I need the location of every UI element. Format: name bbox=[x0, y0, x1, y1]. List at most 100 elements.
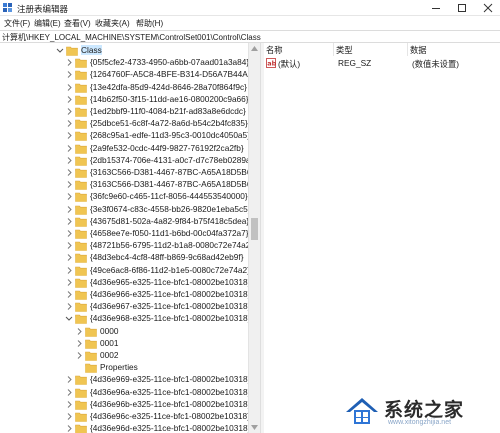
folder-icon bbox=[75, 143, 87, 154]
menu-favorites[interactable]: 收藏夹(A) bbox=[95, 18, 130, 29]
tree-subkey[interactable]: 0002 bbox=[0, 349, 248, 362]
chevron-right-icon[interactable] bbox=[65, 83, 73, 92]
column-header-data[interactable]: 数据 bbox=[410, 43, 500, 56]
scroll-down-arrow-icon[interactable] bbox=[251, 425, 258, 430]
chevron-right-icon[interactable] bbox=[65, 278, 73, 287]
menu-view[interactable]: 查看(V) bbox=[64, 18, 91, 29]
maximize-button[interactable] bbox=[451, 0, 473, 16]
chevron-right-icon[interactable] bbox=[65, 229, 73, 238]
chevron-right-icon[interactable] bbox=[65, 253, 73, 262]
chevron-right-icon[interactable] bbox=[65, 424, 73, 433]
tree-key[interactable]: {1ed2bbf9-11f0-4084-b21f-ad83a8e6dcdc} bbox=[0, 105, 248, 118]
tree-subkey[interactable]: 0000 bbox=[0, 325, 248, 338]
chevron-right-icon[interactable] bbox=[65, 412, 73, 421]
tree-key-label: Class bbox=[81, 45, 102, 55]
chevron-right-icon[interactable] bbox=[65, 70, 73, 79]
scrollbar-thumb[interactable] bbox=[251, 218, 258, 240]
tree-key[interactable]: {48d3ebc4-4cf8-48ff-b869-9c68ad42eb9f} bbox=[0, 251, 248, 264]
address-path[interactable]: 计算机\HKEY_LOCAL_MACHINE\SYSTEM\ControlSet… bbox=[2, 32, 261, 43]
chevron-right-icon[interactable] bbox=[65, 217, 73, 226]
tree-key-label: {3e3f0674-c83c-4558-bb26-9820e1eba5c5} bbox=[90, 203, 248, 214]
folder-icon bbox=[75, 94, 87, 105]
tree-key[interactable]: {48721b56-6795-11d2-b1a8-0080c72e74a2} bbox=[0, 239, 248, 252]
tree-key[interactable]: {4d36e96a-e325-11ce-bfc1-08002be10318} bbox=[0, 386, 248, 399]
chevron-down-icon[interactable] bbox=[65, 314, 73, 323]
chevron-right-icon[interactable] bbox=[65, 180, 73, 189]
chevron-right-icon[interactable] bbox=[65, 290, 73, 299]
menu-edit[interactable]: 编辑(E) bbox=[34, 18, 61, 29]
value-row[interactable]: ab (默认) REG_SZ (数值未设置) bbox=[264, 57, 500, 70]
chevron-right-icon[interactable] bbox=[65, 400, 73, 409]
menu-help[interactable]: 帮助(H) bbox=[136, 18, 163, 29]
scroll-up-arrow-icon[interactable] bbox=[251, 46, 258, 51]
chevron-right-icon[interactable] bbox=[65, 156, 73, 165]
tree-key[interactable]: {3e3f0674-c83c-4558-bb26-9820e1eba5c5} bbox=[0, 203, 248, 216]
chevron-right-icon[interactable] bbox=[65, 241, 73, 250]
chevron-right-icon[interactable] bbox=[65, 131, 73, 140]
tree-key[interactable]: {4d36e968-e325-11ce-bfc1-08002be10318} bbox=[0, 312, 248, 325]
chevron-right-icon[interactable] bbox=[65, 302, 73, 311]
chevron-right-icon[interactable] bbox=[65, 144, 73, 153]
tree-key[interactable]: {4d36e966-e325-11ce-bfc1-08002be10318} bbox=[0, 288, 248, 301]
menu-bar: 文件(F) 编辑(E) 查看(V) 收藏夹(A) 帮助(H) bbox=[0, 16, 500, 30]
tree-key[interactable]: {36fc9e60-c465-11cf-8056-444553540000} bbox=[0, 190, 248, 203]
tree-key[interactable]: {3163C566-D381-4467-87BC-A65A18D5B649} bbox=[0, 178, 248, 191]
tree-key[interactable]: {05f5cfe2-4733-4950-a6bb-07aad01a3a84} bbox=[0, 56, 248, 69]
chevron-right-icon[interactable] bbox=[75, 327, 83, 336]
tree-key[interactable]: {4d36e96c-e325-11ce-bfc1-08002be10318} bbox=[0, 410, 248, 423]
chevron-right-icon[interactable] bbox=[65, 388, 73, 397]
chevron-right-icon[interactable] bbox=[65, 205, 73, 214]
tree-key-label: {4d36e96a-e325-11ce-bfc1-08002be10318} bbox=[90, 386, 248, 397]
tree-subkey[interactable]: 0001 bbox=[0, 337, 248, 350]
address-bar[interactable]: 计算机\HKEY_LOCAL_MACHINE\SYSTEM\ControlSet… bbox=[0, 30, 500, 43]
tree-key[interactable]: {14b62f50-3f15-11dd-ae16-0800200c9a66} bbox=[0, 93, 248, 106]
tree-scrollbar[interactable] bbox=[248, 43, 260, 433]
chevron-right-icon[interactable] bbox=[65, 95, 73, 104]
tree-key[interactable]: {4658ee7e-f050-11d1-b6bd-00c04fa372a7} bbox=[0, 227, 248, 240]
chevron-right-icon[interactable] bbox=[75, 339, 83, 348]
tree-key-label: {43675d81-502a-4a82-9f84-b75f418c5dea} bbox=[90, 215, 248, 226]
tree-key[interactable]: {25dbce51-6c8f-4a72-8a6d-b54c2b4fc835} bbox=[0, 117, 248, 130]
chevron-right-icon[interactable] bbox=[65, 107, 73, 116]
folder-icon bbox=[85, 350, 97, 361]
chevron-right-icon[interactable] bbox=[75, 351, 83, 360]
chevron-right-icon[interactable] bbox=[65, 168, 73, 177]
chevron-right-icon[interactable] bbox=[65, 119, 73, 128]
tree-key[interactable]: {3163C566-D381-4467-87BC-A65A18D5B648} bbox=[0, 166, 248, 179]
tree-subkey[interactable]: Properties bbox=[0, 361, 248, 374]
folder-icon bbox=[75, 228, 87, 239]
tree-key[interactable]: {4d36e969-e325-11ce-bfc1-08002be10318} bbox=[0, 373, 248, 386]
tree-key[interactable]: {13e42dfa-85d9-424d-8646-28a70f864f9c} bbox=[0, 81, 248, 94]
tree-key-label: {4d36e96d-e325-11ce-bfc1-08002be10318} bbox=[90, 423, 248, 433]
tree-key[interactable]: {43675d81-502a-4a82-9f84-b75f418c5dea} bbox=[0, 215, 248, 228]
menu-file[interactable]: 文件(F) bbox=[4, 18, 30, 29]
folder-icon bbox=[85, 326, 97, 337]
chevron-down-icon[interactable] bbox=[56, 46, 64, 55]
close-button[interactable] bbox=[477, 0, 499, 16]
folder-icon bbox=[75, 106, 87, 117]
tree-key[interactable]: {4d36e96b-e325-11ce-bfc1-08002be10318} bbox=[0, 398, 248, 411]
folder-icon bbox=[75, 252, 87, 264]
minimize-button[interactable] bbox=[425, 0, 447, 16]
tree-key[interactable]: {49ce6ac8-6f86-11d2-b1e5-0080c72e74a2} bbox=[0, 264, 248, 277]
tree-key[interactable]: {4d36e96d-e325-11ce-bfc1-08002be10318} bbox=[0, 422, 248, 433]
chevron-right-icon[interactable] bbox=[65, 192, 73, 201]
tree-key[interactable]: {2a9fe532-0cdc-44f9-9827-76192f2ca2fb} bbox=[0, 142, 248, 155]
registry-tree[interactable]: Class {05f5cfe2-4733-4950-a6bb-07aad01a3a… bbox=[0, 43, 248, 433]
window-title: 注册表编辑器 bbox=[17, 4, 69, 14]
tree-key[interactable]: {268c95a1-edfe-11d3-95c3-0010dc4050a5} bbox=[0, 129, 248, 142]
chevron-right-icon[interactable] bbox=[65, 266, 73, 275]
tree-key[interactable]: Class bbox=[0, 44, 248, 57]
values-list[interactable]: 名称 类型 数据 ab (默认) REG_SZ (数值未设置) bbox=[264, 43, 500, 433]
column-header-name[interactable]: 名称 bbox=[266, 43, 334, 56]
tree-key[interactable]: {4d36e965-e325-11ce-bfc1-08002be10318} bbox=[0, 276, 248, 289]
tree-key-label: {1ed2bbf9-11f0-4084-b21f-ad83a8e6dcdc} bbox=[90, 106, 246, 116]
chevron-right-icon[interactable] bbox=[65, 375, 73, 384]
tree-key[interactable]: {1264760F-A5C8-4BFE-B314-D56A7B44A362} bbox=[0, 68, 248, 81]
tree-key[interactable]: {2db15374-706e-4131-a0c7-d7c78eb0289a} bbox=[0, 154, 248, 167]
column-header-type[interactable]: 类型 bbox=[336, 43, 408, 56]
folder-icon bbox=[75, 82, 87, 93]
value-data: (数值未设置) bbox=[412, 59, 460, 69]
tree-key[interactable]: {4d36e967-e325-11ce-bfc1-08002be10318} bbox=[0, 300, 248, 313]
chevron-right-icon[interactable] bbox=[65, 58, 73, 67]
